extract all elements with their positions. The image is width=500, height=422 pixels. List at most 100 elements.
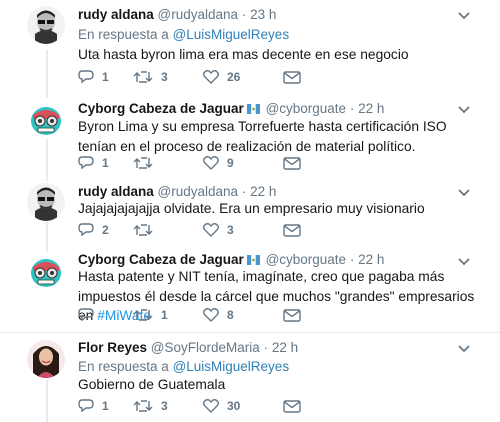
reply-count: 1 [102,70,109,84]
reply-icon [78,308,94,322]
retweet-button[interactable] [133,156,161,170]
tweet-actions: 2 3 [78,223,338,243]
separator: · [349,101,355,116]
like-count: 9 [227,156,234,170]
reply-icon [78,70,94,84]
chevron-down-icon[interactable] [457,11,471,21]
tweet-header: Flor Reyes @SoyFlordeMaria · 22 h [78,340,298,356]
like-count: 8 [227,308,234,322]
reply-button[interactable] [78,308,102,322]
reply-context: En respuesta a @LuisMiguelReyes [78,359,289,375]
separator: · [349,252,355,267]
retweet-button[interactable]: 1 [133,308,168,322]
tweet[interactable]: rudy aldana @rudyaldana · 23 h En respue… [0,0,500,95]
retweet-button[interactable] [133,223,161,237]
tweet-header: Cyborg Cabeza de Jaguar @cyborguate · 22… [78,252,384,268]
timestamp[interactable]: 22 h [272,340,298,355]
display-name[interactable]: rudy aldana [78,7,154,22]
direct-message-button[interactable] [283,308,309,322]
chevron-down-icon[interactable] [457,257,471,267]
display-name[interactable]: Cyborg Cabeza de Jaguar [78,252,244,267]
retweet-icon [133,400,153,412]
tweet[interactable]: Cyborg Cabeza de Jaguar @cyborguate · 22… [0,252,500,332]
reply-prefix: En respuesta a [78,27,173,42]
chevron-down-icon[interactable] [457,105,471,115]
direct-message-button[interactable] [283,70,309,84]
reply-icon [78,399,94,413]
like-count: 30 [227,399,241,413]
chevron-down-icon[interactable] [457,188,471,198]
guatemala-flag-icon [246,104,260,114]
tweet-actions: 1 3 26 [78,70,338,90]
envelope-icon [283,309,301,322]
heart-icon [203,156,219,170]
display-name[interactable]: Cyborg Cabeza de Jaguar [78,101,244,116]
user-handle[interactable]: @rudyaldana [158,7,239,22]
avatar-flor-reyes[interactable] [27,340,65,378]
tweet-actions: 1 8 [78,308,338,328]
tweet[interactable]: rudy aldana @rudyaldana · 22 h Jajajajaj… [0,180,500,252]
tweet-text: Jajajajajajajja olvidate. Era un empresa… [78,201,425,216]
envelope-icon [283,400,301,413]
timestamp[interactable]: 22 h [358,101,384,116]
reply-icon [78,156,94,170]
timestamp[interactable]: 22 h [358,252,384,267]
like-button[interactable]: 9 [203,156,234,170]
timestamp[interactable]: 23 h [250,7,276,22]
retweet-count: 1 [161,308,168,322]
display-name[interactable]: Flor Reyes [78,340,147,355]
like-button[interactable]: 8 [203,308,234,322]
retweet-count: 3 [161,399,168,413]
user-handle[interactable]: @cyborguate [266,252,347,267]
retweet-icon [133,224,153,236]
tweet-text: Byron Lima y su empresa Torrefuerte hast… [78,119,447,154]
direct-message-button[interactable] [283,223,309,237]
tweet[interactable]: Flor Reyes @SoyFlordeMaria · 22 h En res… [0,333,500,422]
guatemala-flag-icon [246,255,260,265]
direct-message-button[interactable] [283,156,309,170]
user-handle[interactable]: @SoyFlordeMaria [151,340,260,355]
reply-icon [78,223,94,237]
tweet-actions: 1 9 [78,156,338,176]
reply-mention-link[interactable]: @LuisMiguelReyes [173,27,290,42]
like-button[interactable]: 30 [203,399,240,413]
reply-mention-link[interactable]: @LuisMiguelReyes [173,359,290,374]
heart-icon [203,70,219,84]
avatar-rudy-aldana[interactable] [27,6,65,44]
avatar-cyborg-cabeza-de-jaguar[interactable] [27,253,65,291]
user-handle[interactable]: @rudyaldana [158,184,239,199]
reply-prefix: En respuesta a [78,359,173,374]
reply-button[interactable]: 2 [78,223,109,237]
reply-button[interactable]: 1 [78,70,109,84]
avatar-rudy-aldana[interactable] [27,183,65,221]
user-handle[interactable]: @cyborguate [266,101,347,116]
like-count: 3 [227,223,234,237]
envelope-icon [283,224,301,237]
reply-button[interactable]: 1 [78,156,109,170]
direct-message-button[interactable] [283,399,309,413]
timestamp[interactable]: 22 h [250,184,276,199]
separator: · [241,7,247,22]
envelope-icon [283,157,301,170]
retweet-icon [133,309,153,321]
separator: · [263,340,269,355]
reply-count: 2 [102,223,109,237]
reply-count: 1 [102,156,109,170]
retweet-count: 3 [161,70,168,84]
like-button[interactable]: 3 [203,223,234,237]
like-button[interactable]: 26 [203,70,240,84]
tweet[interactable]: Cyborg Cabeza de Jaguar @cyborguate · 22… [0,95,500,180]
tweet-header: rudy aldana @rudyaldana · 23 h [78,7,276,23]
reply-button[interactable]: 1 [78,399,109,413]
like-count: 26 [227,70,241,84]
tweet-header: Cyborg Cabeza de Jaguar @cyborguate · 22… [78,101,384,117]
retweet-icon [133,157,153,169]
heart-icon [203,399,219,413]
heart-icon [203,308,219,322]
retweet-button[interactable]: 3 [133,70,168,84]
avatar-cyborg-cabeza-de-jaguar[interactable] [27,101,65,139]
retweet-button[interactable]: 3 [133,399,168,413]
chevron-down-icon[interactable] [457,344,471,354]
display-name[interactable]: rudy aldana [78,184,154,199]
reply-context: En respuesta a @LuisMiguelReyes [78,27,289,43]
